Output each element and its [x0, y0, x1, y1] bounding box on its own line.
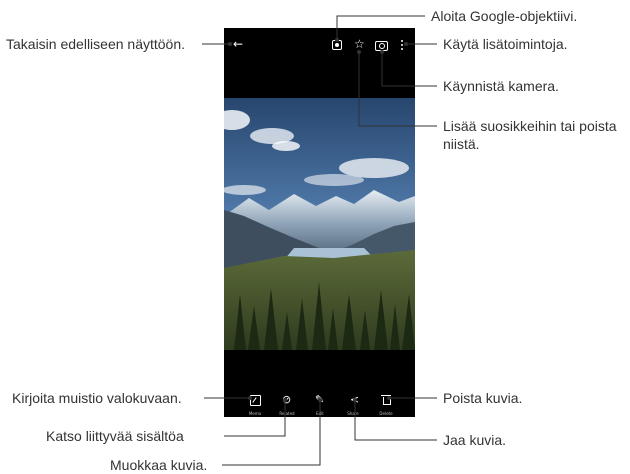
callout-back: Takaisin edelliseen näyttöön.: [6, 36, 186, 52]
callout-lens: Aloita Google-objektiivi.: [431, 8, 578, 24]
callout-camera: Käynnistä kamera.: [443, 78, 559, 94]
callout-favorite-line2: niistä.: [443, 136, 480, 152]
callout-edit: Muokkaa kuvia.: [110, 457, 208, 473]
callout-favorite-line1: Lisää suosikkeihin tai poista: [443, 118, 617, 134]
callout-related: Katso liittyvää sisältöa: [46, 428, 184, 444]
callout-share: Jaa kuvia.: [443, 432, 507, 448]
callout-delete: Poista kuvia.: [443, 390, 523, 406]
callout-more: Käytä lisätoimintoja.: [443, 36, 568, 52]
callout-memo: Kirjoita muistio valokuvaan.: [12, 390, 182, 406]
